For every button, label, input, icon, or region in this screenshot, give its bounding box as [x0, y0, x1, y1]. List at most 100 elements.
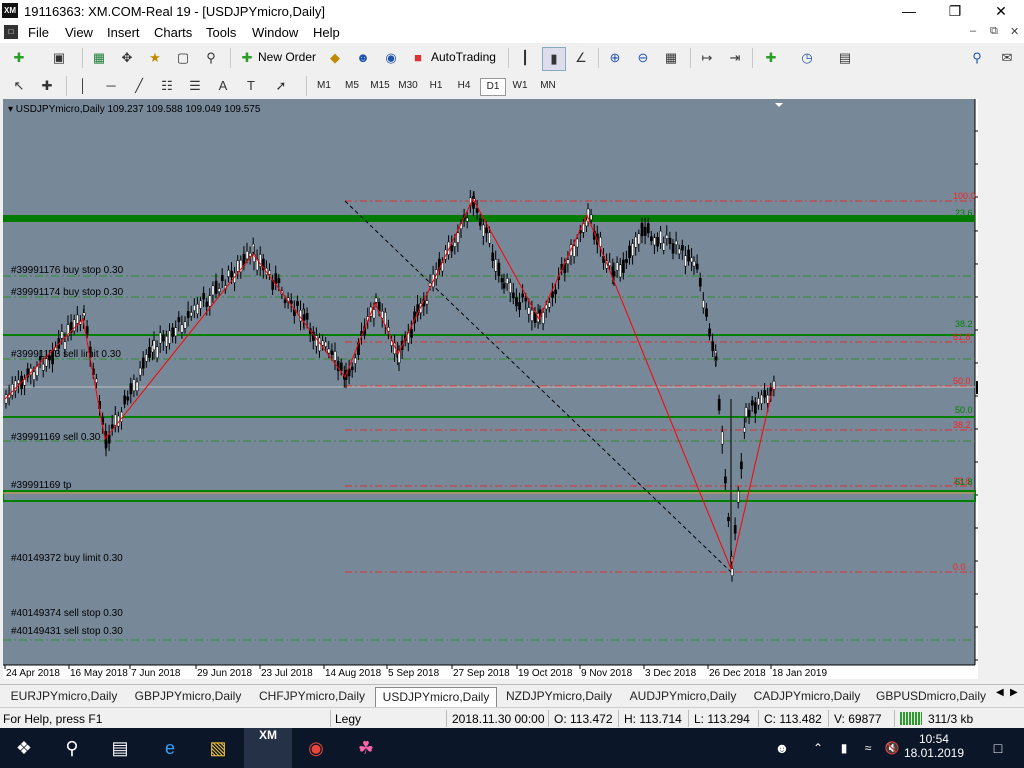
strategy-tester-icon[interactable]: ⚲ [200, 47, 222, 69]
edge-icon[interactable]: e [146, 728, 194, 768]
line-chart-icon[interactable]: ∠ [570, 47, 592, 69]
timeframe-m30[interactable]: M30 [396, 78, 420, 94]
autoscroll-icon[interactable]: ↦ [696, 47, 718, 69]
mdi-close-icon[interactable]: ✕ [1010, 25, 1019, 38]
tab-eurjpy[interactable]: EURJPYmicro,Daily [4, 687, 124, 706]
metaeditor-icon[interactable]: ◆ [324, 47, 346, 69]
menu-view[interactable]: View [65, 25, 93, 40]
timeframe-m15[interactable]: M15 [368, 78, 392, 94]
menu-charts[interactable]: Charts [154, 25, 192, 40]
timeframe-mn[interactable]: MN [536, 78, 560, 94]
order-label: #39991173 sell limit 0.30 [11, 349, 121, 360]
search-taskbar-icon[interactable]: ⚲ [48, 728, 96, 768]
new-chart-icon[interactable]: ✚ [8, 47, 30, 69]
maximize-icon[interactable]: ❐ [932, 0, 978, 22]
profiles-icon[interactable]: ▣ [48, 47, 70, 69]
chart-shift-icon[interactable]: ⇥ [724, 47, 746, 69]
battery-icon[interactable]: ▮ [832, 728, 856, 768]
people-icon[interactable]: ☻ [766, 728, 798, 768]
new-order-button[interactable]: New Order [258, 50, 316, 64]
mdi-minimize-icon[interactable]: – [970, 25, 976, 37]
candle-body [465, 217, 469, 222]
fibonacci-icon[interactable]: ☰ [184, 75, 206, 97]
timeframe-m5[interactable]: M5 [340, 78, 364, 94]
start-icon[interactable]: ❖ [0, 728, 48, 768]
paint-icon[interactable]: ☘ [342, 728, 390, 768]
chrome-icon[interactable]: ◉ [292, 728, 340, 768]
taskbar-clock[interactable]: 10:54 18.01.2019 [904, 732, 964, 760]
zoom-out-icon[interactable]: ⊖ [632, 47, 654, 69]
resistance-zone[interactable] [3, 215, 975, 222]
fib-level-label: 61.8 [955, 477, 973, 487]
task-view-icon[interactable]: ▤ [96, 728, 144, 768]
navigator-icon[interactable]: ★ [144, 47, 166, 69]
data-window-icon[interactable]: ✥ [116, 47, 138, 69]
templates-icon[interactable]: ▤ [834, 47, 856, 69]
tile-windows-icon[interactable]: ▦ [660, 47, 682, 69]
notifications-icon[interactable]: □ [978, 728, 1018, 768]
time-tick-label: 3 Dec 2018 [645, 668, 697, 679]
chart-window[interactable]: 116.390115.515114.640113.740112.865111.9… [3, 99, 978, 679]
xm-terminal-taskbar-icon[interactable]: XM [244, 728, 292, 768]
signals-icon[interactable]: ◉ [380, 47, 402, 69]
timeframe-h1[interactable]: H1 [424, 78, 448, 94]
tab-audjpy[interactable]: AUDJPYmicro,Daily [623, 687, 743, 706]
autotrading-button[interactable]: AutoTrading [431, 50, 496, 64]
candle-body [681, 245, 684, 251]
tab-gbpusd[interactable]: GBPUSDmicro,Daily [870, 687, 992, 706]
horizontal-line-icon[interactable]: ─ [100, 75, 122, 97]
file-explorer-icon[interactable]: ▧ [194, 728, 242, 768]
periods-icon[interactable]: ◷ [796, 47, 818, 69]
arrows-icon[interactable]: ➚ [270, 75, 292, 97]
tab-usdjpy[interactable]: USDJPYmicro,Daily [375, 687, 497, 707]
chat-icon[interactable]: ✉ [996, 47, 1018, 69]
text-label-icon[interactable]: T [240, 75, 262, 97]
tab-nzdjpy[interactable]: NZDJPYmicro,Daily [499, 687, 619, 706]
timeframe-m1[interactable]: M1 [312, 78, 336, 94]
close-icon[interactable]: ✕ [978, 0, 1024, 22]
community-icon[interactable]: ☻ [352, 47, 374, 69]
market-watch-icon[interactable]: ▦ [88, 47, 110, 69]
equidistant-channel-icon[interactable]: ☷ [156, 75, 178, 97]
bar-chart-icon[interactable]: ┃ [514, 47, 536, 69]
indicators-icon[interactable]: ✚ [760, 47, 782, 69]
text-icon[interactable]: A [212, 75, 234, 97]
minimize-icon[interactable]: — [886, 0, 932, 22]
trendline-icon[interactable]: ╱ [128, 75, 150, 97]
tab-cadjpy[interactable]: CADJPYmicro,Daily [747, 687, 867, 706]
menu-help[interactable]: Help [313, 25, 340, 40]
network-icon[interactable]: ≈ [856, 728, 880, 768]
volume-muted-icon[interactable]: 🔇 [880, 728, 904, 768]
vertical-line-icon[interactable]: │ [72, 75, 94, 97]
menu-insert[interactable]: Insert [107, 25, 140, 40]
chart-plot-area[interactable] [3, 99, 975, 665]
candle-body [305, 312, 309, 320]
new-order-icon[interactable]: ✚ [236, 47, 258, 69]
zoom-in-icon[interactable]: ⊕ [604, 47, 626, 69]
mdi-restore-icon[interactable]: ⧉ [990, 25, 998, 38]
standard-toolbar: ✚ ▣ ▦ ✥ ★ ▢ ⚲ ✚ New Order ◆ ☻ ◉ ■ AutoTr… [0, 44, 1024, 72]
terminal-icon[interactable]: ▢ [172, 47, 194, 69]
crosshair-icon[interactable]: ✚ [36, 75, 58, 97]
candle-body [410, 329, 413, 338]
timeframe-d1[interactable]: D1 [480, 78, 506, 96]
search-icon[interactable]: ⚲ [966, 47, 988, 69]
time-tick-label: 5 Sep 2018 [388, 668, 440, 679]
timeframe-w1[interactable]: W1 [508, 78, 532, 94]
tab-chfjpy[interactable]: CHFJPYmicro,Daily [252, 687, 372, 706]
menu-file[interactable]: File [28, 25, 49, 40]
candle-body [95, 378, 98, 383]
time-tick-label: 18 Jan 2019 [772, 668, 827, 679]
tab-scroll-left-icon[interactable]: ◀ [996, 687, 1004, 698]
candle-body [705, 308, 708, 317]
tab-scroll-right-icon[interactable]: ▶ [1010, 687, 1018, 698]
menu-window[interactable]: Window [252, 25, 298, 40]
price-chart[interactable]: 116.390115.515114.640113.740112.865111.9… [3, 99, 978, 679]
tray-chevron-icon[interactable]: ⌃ [806, 728, 830, 768]
cursor-icon[interactable]: ↖ [8, 75, 30, 97]
menu-tools[interactable]: Tools [206, 25, 236, 40]
timeframe-h4[interactable]: H4 [452, 78, 476, 94]
tab-gbpjpy[interactable]: GBPJPYmicro,Daily [128, 687, 248, 706]
autotrading-icon[interactable]: ■ [407, 47, 429, 69]
candlestick-chart-icon[interactable]: ▮ [542, 47, 566, 71]
